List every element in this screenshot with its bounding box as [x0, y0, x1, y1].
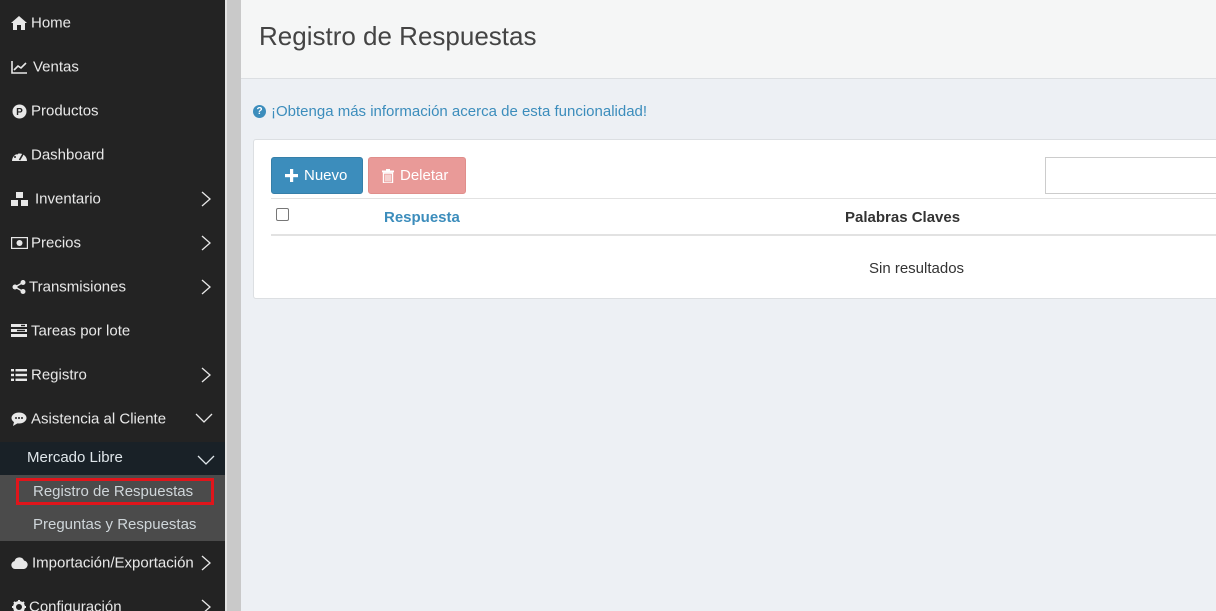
- sidebar-item-label: Tareas por lote: [31, 322, 131, 340]
- sidebar-item-label: Registro: [31, 366, 87, 384]
- cubes-icon: [10, 191, 30, 207]
- sidebar-item-ventas[interactable]: Ventas: [0, 45, 225, 89]
- sidebar-item-label: Transmisiones: [29, 278, 126, 296]
- plus-icon: [285, 169, 298, 182]
- sidebar-item-label: Ventas: [33, 58, 79, 76]
- list-icon: [10, 367, 28, 383]
- results-panel: Nuevo Deletar Respuesta Palabras Claves …: [253, 139, 1216, 299]
- line-chart-icon: [10, 59, 28, 75]
- sidebar-item-label: Inventario: [35, 190, 101, 208]
- money-icon: [10, 235, 28, 251]
- sidebar-item-configuracion[interactable]: Configuración: [0, 585, 225, 611]
- column-header-palabras-claves: Palabras Claves: [845, 209, 961, 226]
- svg-text:P: P: [16, 107, 23, 118]
- page-header: Registro de Respuestas: [241, 0, 1216, 79]
- chevron-right-icon: [199, 235, 213, 251]
- delete-button-label: Deletar: [400, 167, 449, 184]
- sidebar-scroll-gutter[interactable]: [225, 0, 241, 611]
- sidebar-item-importacion-exportacion[interactable]: Importación/Exportación: [0, 541, 225, 585]
- comment-icon: [10, 411, 28, 427]
- share-icon: [10, 279, 28, 295]
- empty-results-text: Sin resultados: [869, 260, 965, 277]
- info-link-text: ¡Obtenga más información acerca de esta …: [271, 103, 648, 120]
- table-empty-row: Sin resultados: [271, 236, 1216, 296]
- chevron-down-icon: [197, 452, 215, 466]
- new-button-label: Nuevo: [304, 167, 348, 184]
- sidebar-item-label: Home: [31, 14, 72, 32]
- sidebar-item-asistencia-al-cliente[interactable]: Asistencia al Cliente: [0, 397, 225, 441]
- column-header-respuesta[interactable]: Respuesta: [384, 209, 460, 226]
- sidebar-item-tareas-por-lote[interactable]: Tareas por lote: [0, 309, 225, 353]
- sidebar-item-inventario[interactable]: Inventario: [0, 177, 225, 221]
- new-button[interactable]: Nuevo: [271, 157, 363, 194]
- sidebar-submenu-mercado-libre[interactable]: Mercado Libre: [0, 442, 225, 475]
- delete-button[interactable]: Deletar: [368, 157, 466, 194]
- question-circle-icon: ?: [253, 105, 266, 118]
- sidebar-item-transmisiones[interactable]: Transmisiones: [0, 265, 225, 309]
- sidebar-item-label: Asistencia al Cliente: [31, 410, 167, 428]
- sidebar-item-label: Dashboard: [31, 146, 105, 164]
- chevron-down-icon: [195, 411, 213, 427]
- chevron-right-icon: [199, 367, 213, 383]
- trash-icon: [382, 168, 394, 183]
- chevron-right-icon: [199, 555, 213, 571]
- info-link[interactable]: ? ¡Obtenga más información acerca de est…: [253, 103, 647, 120]
- sidebar-item-label: Configuración: [29, 598, 122, 611]
- product-p-icon: P: [10, 103, 28, 119]
- submenu-item-preguntas-y-respuestas[interactable]: Preguntas y Respuestas: [0, 508, 225, 541]
- chevron-right-icon: [199, 191, 213, 207]
- submenu-label: Mercado Libre: [27, 449, 123, 466]
- dashboard-icon: [10, 147, 28, 163]
- sidebar-item-label: Importación/Exportación: [32, 554, 194, 572]
- select-all-checkbox[interactable]: [276, 208, 289, 221]
- sidebar-item-productos[interactable]: P Productos: [0, 89, 225, 133]
- search-input[interactable]: [1045, 157, 1216, 194]
- sidebar-item-precios[interactable]: Precios: [0, 221, 225, 265]
- chevron-right-icon: [199, 279, 213, 295]
- sidebar-item-label: Productos: [31, 102, 99, 120]
- cloud-icon: [10, 555, 28, 571]
- chevron-right-icon: [199, 599, 213, 611]
- sidebar-item-label: Precios: [31, 234, 82, 252]
- sidebar-item-dashboard[interactable]: Dashboard: [0, 133, 225, 177]
- home-icon: [10, 15, 28, 31]
- sidebar: Home Ventas P Productos Dashboard Invent…: [0, 0, 225, 611]
- sidebar-item-home[interactable]: Home: [0, 1, 225, 45]
- table-header: Respuesta Palabras Claves: [271, 198, 1216, 236]
- active-item-highlight: [16, 478, 214, 505]
- submenu-item-label: Preguntas y Respuestas: [33, 516, 197, 533]
- tasks-icon: [10, 323, 28, 339]
- gear-icon: [10, 599, 28, 611]
- sidebar-item-registro[interactable]: Registro: [0, 353, 225, 397]
- page-title: Registro de Respuestas: [259, 21, 537, 51]
